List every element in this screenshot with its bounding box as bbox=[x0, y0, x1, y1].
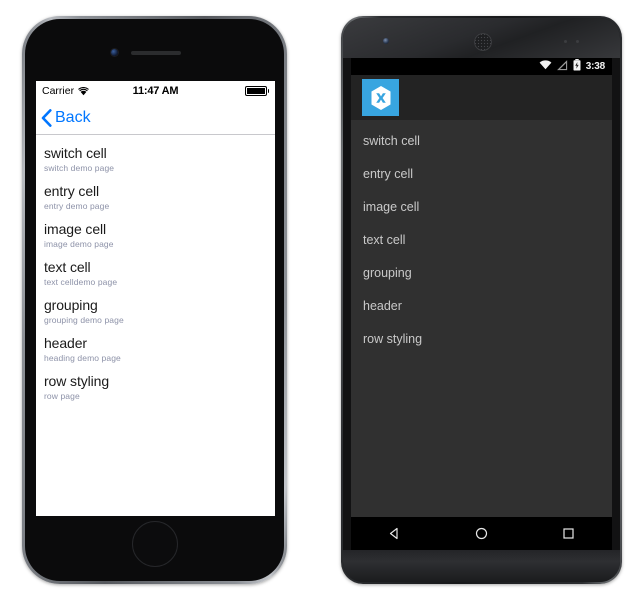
android-bottom-bezel bbox=[343, 550, 620, 582]
cell-signal-icon bbox=[556, 59, 568, 74]
iphone-body: Carrier 11:47 AM Back switch cell switch… bbox=[25, 19, 284, 581]
list-item-title: switch cell bbox=[44, 145, 107, 161]
list-item-subtitle: row page bbox=[44, 391, 80, 401]
list-item-title: header bbox=[44, 335, 87, 351]
wifi-icon bbox=[78, 86, 89, 96]
list-item-label: image cell bbox=[363, 199, 420, 214]
android-nav-bar bbox=[351, 517, 612, 550]
android-clock: 3:38 bbox=[585, 61, 605, 72]
list-item-title: row styling bbox=[44, 373, 110, 389]
android-status-bar: 3:38 bbox=[351, 58, 612, 75]
list-item-label: grouping bbox=[363, 265, 412, 280]
iphone-screen: Carrier 11:47 AM Back switch cell switch… bbox=[36, 81, 275, 516]
earpiece-speaker-icon bbox=[131, 51, 181, 55]
nav-recents-square-icon[interactable] bbox=[547, 517, 591, 550]
android-action-bar bbox=[351, 75, 612, 120]
android-top-bezel bbox=[343, 18, 620, 58]
list-item[interactable]: grouping bbox=[351, 256, 612, 289]
iphone-device: Carrier 11:47 AM Back switch cell switch… bbox=[22, 16, 287, 584]
list-item[interactable]: grouping grouping demo page bbox=[36, 293, 275, 331]
android-list: switch cell entry cell image cell text c… bbox=[351, 120, 612, 355]
list-item[interactable]: switch cell bbox=[351, 124, 612, 157]
list-item[interactable]: switch cell switch demo page bbox=[36, 141, 275, 179]
ambient-light-sensor-icon bbox=[576, 40, 579, 43]
carrier-group: Carrier bbox=[42, 85, 89, 97]
front-camera-icon bbox=[383, 38, 389, 44]
battery-charging-icon bbox=[573, 59, 581, 74]
list-item-subtitle: switch demo page bbox=[44, 163, 115, 173]
list-item-title: entry cell bbox=[44, 183, 100, 199]
home-button[interactable] bbox=[131, 521, 178, 567]
earpiece-speaker-icon bbox=[474, 33, 492, 51]
nav-back-triangle-icon[interactable] bbox=[373, 517, 417, 550]
xamarin-logo-icon[interactable] bbox=[362, 79, 399, 116]
list-item[interactable]: image cell bbox=[351, 190, 612, 223]
ios-nav-bar: Back bbox=[36, 101, 275, 135]
battery-full-icon bbox=[244, 86, 269, 96]
back-button-label: Back bbox=[55, 108, 91, 126]
ios-status-bar: Carrier 11:47 AM bbox=[36, 81, 275, 101]
list-item-subtitle: heading demo page bbox=[44, 353, 121, 363]
carrier-label: Carrier bbox=[42, 85, 75, 97]
android-body: 3:38 switch cell entry cell image cell t… bbox=[343, 18, 620, 582]
list-item-subtitle: entry demo page bbox=[44, 201, 110, 211]
list-item[interactable]: entry cell entry demo page bbox=[36, 179, 275, 217]
nav-home-circle-icon[interactable] bbox=[460, 517, 504, 550]
list-item[interactable]: header bbox=[351, 289, 612, 322]
list-item-subtitle: text celldemo page bbox=[44, 277, 118, 287]
list-item-title: grouping bbox=[44, 297, 98, 313]
list-item[interactable]: entry cell bbox=[351, 157, 612, 190]
back-button[interactable]: Back bbox=[41, 109, 91, 127]
list-item-label: text cell bbox=[363, 232, 406, 247]
front-camera-icon bbox=[111, 49, 118, 56]
android-device: 3:38 switch cell entry cell image cell t… bbox=[341, 16, 622, 584]
proximity-sensor-icon bbox=[564, 40, 567, 43]
ios-list: switch cell switch demo page entry cell … bbox=[36, 135, 275, 407]
list-item[interactable]: image cell image demo page bbox=[36, 217, 275, 255]
list-item-title: text cell bbox=[44, 259, 91, 275]
list-item-subtitle: grouping demo page bbox=[44, 315, 124, 325]
list-item[interactable]: header heading demo page bbox=[36, 331, 275, 369]
list-item-label: entry cell bbox=[363, 166, 414, 181]
chevron-left-icon bbox=[41, 108, 52, 127]
list-item[interactable]: row styling row page bbox=[36, 369, 275, 407]
list-item-label: header bbox=[363, 298, 402, 313]
wifi-icon bbox=[539, 60, 552, 73]
list-item[interactable]: text cell text celldemo page bbox=[36, 255, 275, 293]
list-item-subtitle: image demo page bbox=[44, 239, 114, 249]
list-item-label: switch cell bbox=[363, 133, 420, 148]
list-item-label: row styling bbox=[363, 331, 423, 346]
list-item-title: image cell bbox=[44, 221, 107, 237]
android-screen: 3:38 switch cell entry cell image cell t… bbox=[351, 58, 612, 517]
list-item[interactable]: text cell bbox=[351, 223, 612, 256]
list-item[interactable]: row styling bbox=[351, 322, 612, 355]
